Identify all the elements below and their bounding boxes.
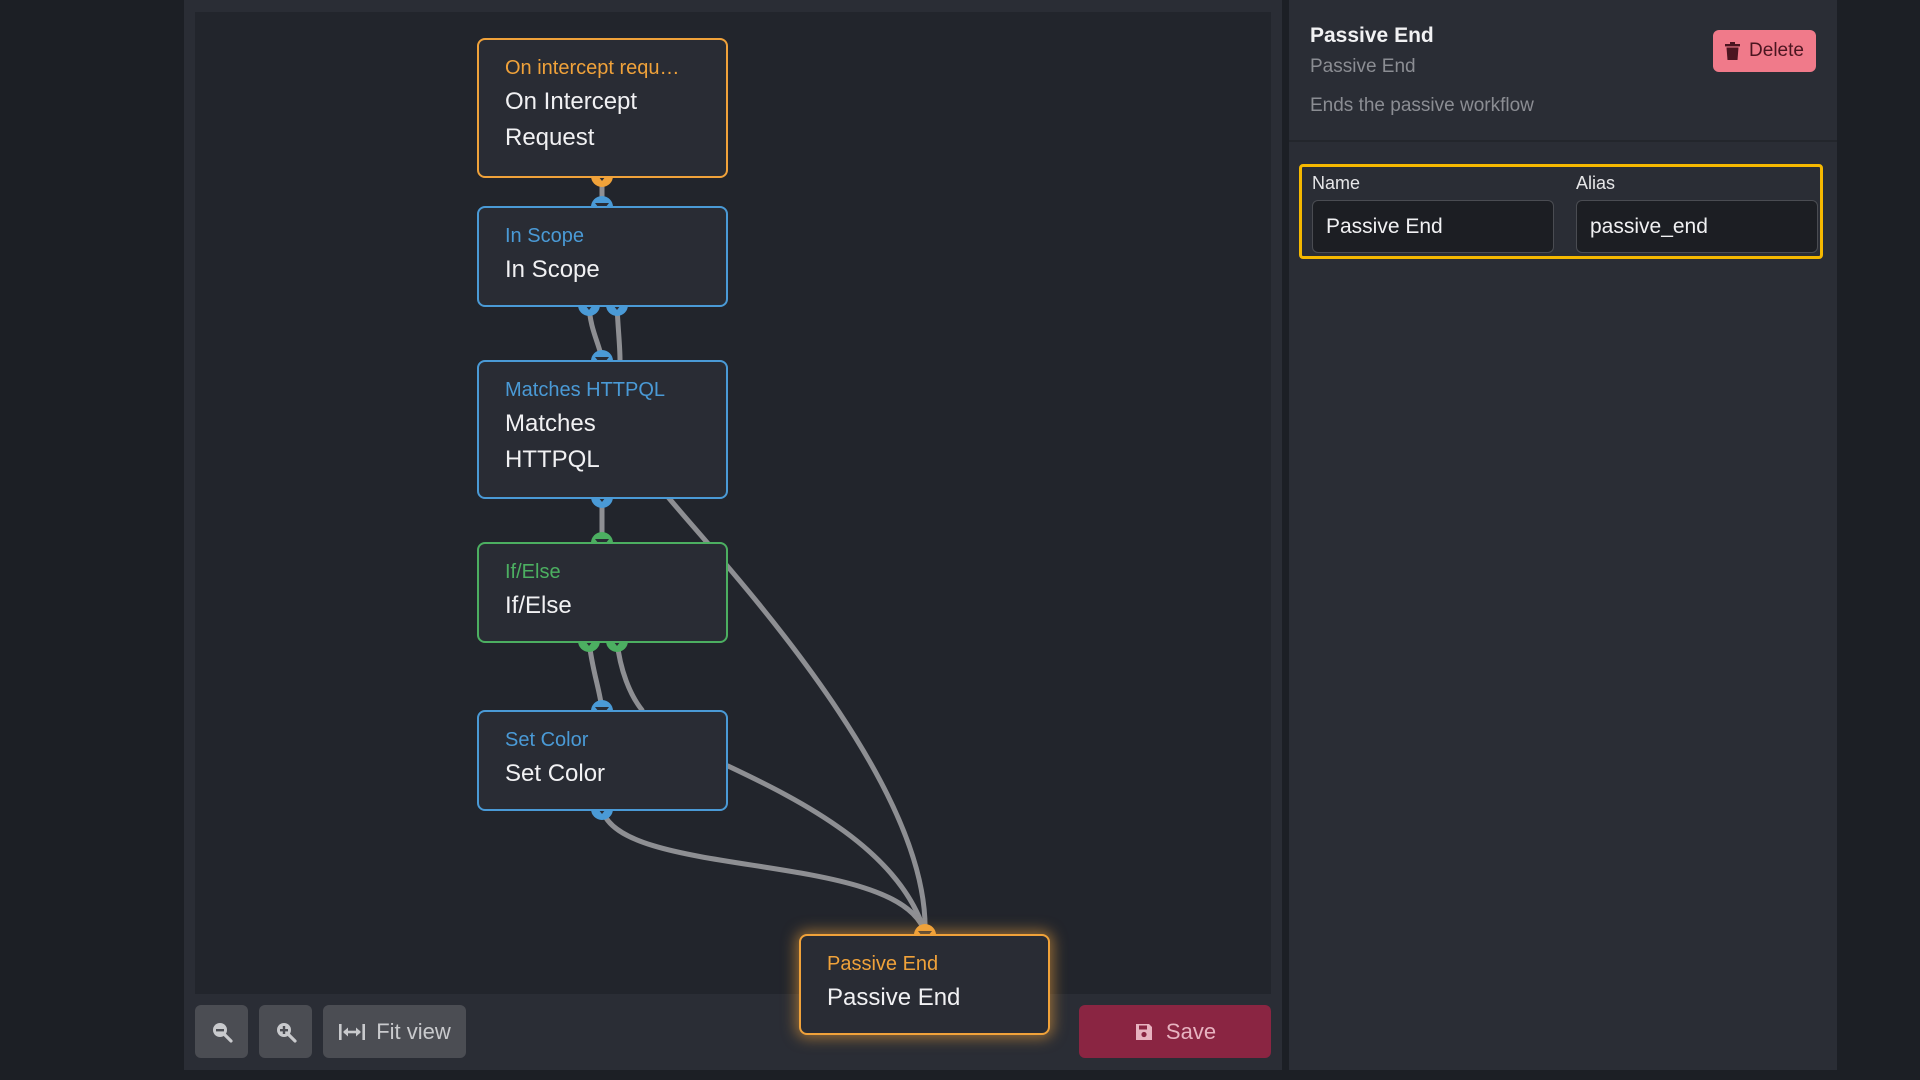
fit-view-label: Fit view: [376, 1018, 451, 1044]
zoom-in-icon: [276, 1022, 297, 1043]
node-set-color[interactable]: Set Color Set Color: [477, 710, 728, 811]
alias-input[interactable]: [1576, 200, 1818, 253]
floppy-disk-icon: [1135, 1023, 1152, 1040]
workflow-editor: On intercept requ… On Intercept Request …: [0, 0, 1920, 1080]
node-type-label: Set Color: [505, 729, 589, 751]
trash-icon: [1725, 42, 1741, 60]
node-type-label: Passive End: [827, 953, 939, 975]
node-type-label: On intercept requ…: [505, 57, 680, 79]
fit-view-button[interactable]: Fit view: [323, 1005, 466, 1058]
node-name-label: Set Color: [505, 760, 606, 787]
alias-field-label: Alias: [1576, 173, 1616, 193]
node-name-label: On Intercept Request: [505, 88, 638, 151]
zoom-out-icon: [212, 1022, 233, 1043]
fit-width-icon: [339, 1023, 366, 1040]
delete-label: Delete: [1749, 40, 1804, 61]
node-type-label: If/Else: [505, 561, 561, 583]
save-button[interactable]: Save: [1079, 1005, 1271, 1058]
node-inspector-panel: Passive End Passive End Ends the passive…: [1289, 0, 1837, 1070]
node-name-label: Matches HTTPQL: [505, 410, 600, 473]
node-type-label: Matches HTTPQL: [505, 379, 666, 401]
inspector-description: Ends the passive workflow: [1310, 95, 1534, 116]
node-name-label: If/Else: [505, 592, 572, 619]
name-input[interactable]: [1312, 200, 1554, 253]
zoom-out-button[interactable]: [195, 1005, 248, 1058]
save-label: Save: [1165, 1018, 1217, 1044]
inspector-title: Passive End: [1310, 24, 1434, 47]
node-type-label: In Scope: [505, 225, 584, 247]
node-if-else[interactable]: If/Else If/Else: [477, 542, 728, 643]
node-on-intercept-request[interactable]: On intercept requ… On Intercept Request: [477, 38, 728, 178]
node-in-scope[interactable]: In Scope In Scope: [477, 206, 728, 307]
node-passive-end[interactable]: Passive End Passive End: [799, 934, 1050, 1035]
delete-button[interactable]: Delete: [1713, 30, 1816, 72]
node-fields-group: Name Alias: [1299, 164, 1823, 259]
workflow-canvas[interactable]: [195, 12, 1271, 994]
node-name-label: In Scope: [505, 256, 600, 283]
inspector-subtitle: Passive End: [1310, 56, 1416, 77]
zoom-in-button[interactable]: [259, 1005, 312, 1058]
node-name-label: Passive End: [827, 984, 961, 1011]
name-field-label: Name: [1312, 173, 1361, 193]
node-matches-httpql[interactable]: Matches HTTPQL Matches HTTPQL: [477, 360, 728, 499]
inspector-header: Passive End Passive End Ends the passive…: [1289, 0, 1837, 142]
